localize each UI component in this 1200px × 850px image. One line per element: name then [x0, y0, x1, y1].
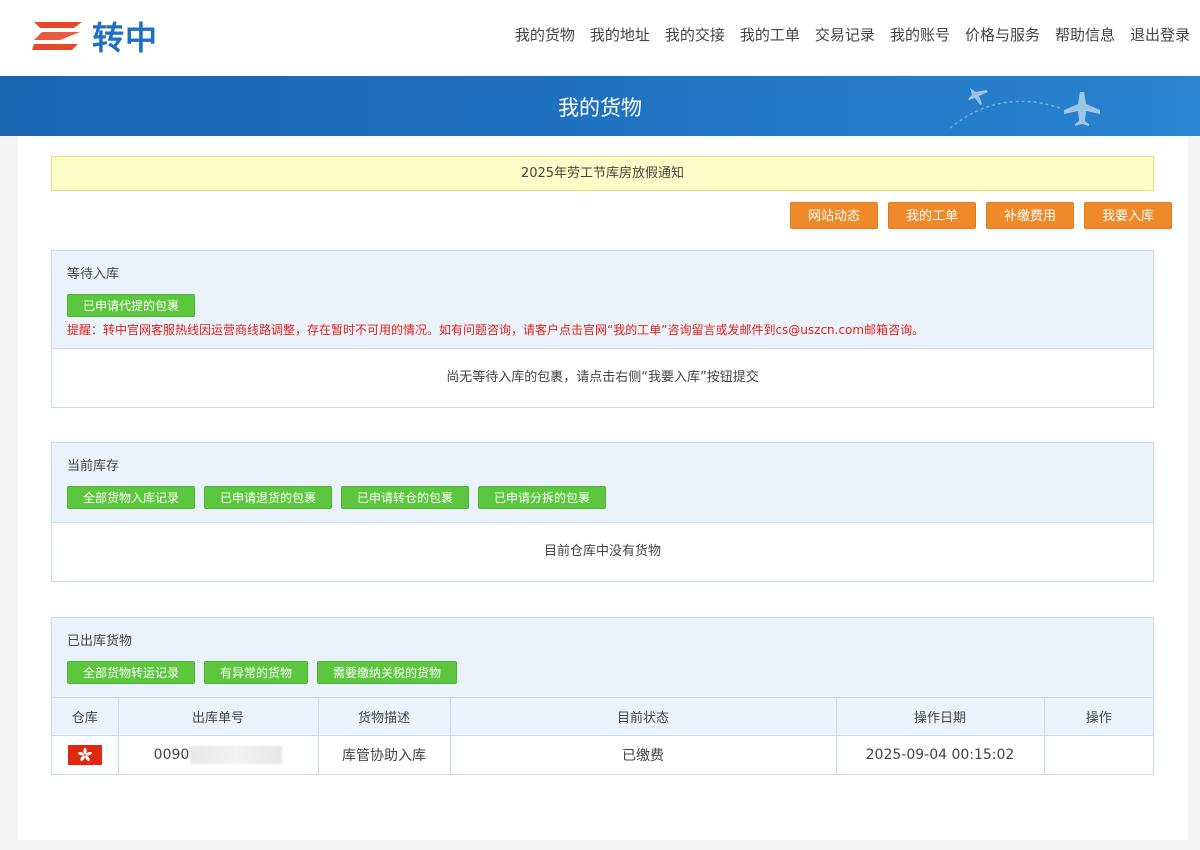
nav-item-my-handover[interactable]: 我的交接 [665, 24, 725, 45]
current-inventory-panel: 当前库存 全部货物入库记录 已申请退货的包裹 已申请转仓的包裹 已申请分拆的包裹… [51, 442, 1154, 582]
order-no-cell: 0090 [118, 735, 319, 775]
redacted-order-no [190, 746, 283, 765]
page-banner: 我的货物 [0, 76, 1200, 136]
outbound-goods-panel: 已出库货物 全部货物转运记录 有异常的货物 需要缴纳关税的货物 仓库 出库单号 … [51, 617, 1154, 775]
outbound-goods-header: 已出库货物 全部货物转运记录 有异常的货物 需要缴纳关税的货物 [52, 618, 1153, 698]
tax-due-goods-button[interactable]: 需要缴纳关税的货物 [317, 661, 458, 684]
hong-kong-flag-icon [67, 745, 102, 766]
action-cell [1044, 735, 1153, 775]
table-header-row: 仓库 出库单号 货物描述 目前状态 操作日期 操作 [52, 698, 1153, 736]
outbound-goods-buttons: 全部货物转运记录 有异常的货物 需要缴纳关税的货物 [67, 661, 1138, 684]
pending-inbound-panel: 等待入库 已申请代提的包裹 提醒：转中官网客服热线因运营商线路调整，存在暂时不可… [51, 250, 1154, 408]
warehouse-cell [52, 735, 119, 775]
nav-item-my-account[interactable]: 我的账号 [890, 24, 950, 45]
outbound-table: 仓库 出库单号 货物描述 目前状态 操作日期 操作 0090 库管协助入库 已缴… [52, 698, 1153, 775]
inventory-empty-message: 目前仓库中没有货物 [543, 544, 661, 559]
nav-item-my-tickets[interactable]: 我的工单 [740, 24, 800, 45]
pay-extra-fees-button[interactable]: 补缴费用 [985, 202, 1074, 229]
status-cell: 已缴费 [450, 735, 837, 775]
column-header-action: 操作 [1044, 698, 1153, 736]
nav-item-transactions[interactable]: 交易记录 [815, 24, 875, 45]
nav-item-my-goods[interactable]: 我的货物 [515, 24, 575, 45]
main-content: 2025年劳工节库房放假通知 网站动态 我的工单 补缴费用 我要入库 等待入库 … [18, 136, 1188, 840]
service-warning: 提醒：转中官网客服热线因运营商线路调整，存在暂时不可用的情况。如有问题咨询，请客… [67, 323, 925, 337]
column-header-warehouse: 仓库 [52, 698, 119, 736]
pending-inbound-buttons: 已申请代提的包裹 [67, 294, 1138, 317]
column-header-date: 操作日期 [836, 698, 1045, 736]
column-header-status: 目前状态 [450, 698, 837, 736]
order-no-text: 0090 [153, 747, 190, 764]
pending-empty-message: 尚无等待入库的包裹，请点击右侧“我要入库”按钮提交 [446, 370, 759, 385]
brand-name: 转中 [92, 19, 159, 57]
current-inventory-buttons: 全部货物入库记录 已申请退货的包裹 已申请转仓的包裹 已申请分拆的包裹 [67, 486, 1138, 509]
all-shipment-records-button[interactable]: 全部货物转运记录 [67, 661, 196, 684]
page-title: 我的货物 [558, 96, 642, 120]
my-tickets-button[interactable]: 我的工单 [887, 202, 976, 229]
abnormal-goods-button[interactable]: 有异常的货物 [204, 661, 309, 684]
site-news-button[interactable]: 网站动态 [789, 202, 878, 229]
table-row: 0090 库管协助入库 已缴费 2025-09-04 00:15:02 [52, 735, 1153, 775]
pending-inbound-title: 等待入库 [67, 267, 120, 282]
description-cell: 库管协助入库 [318, 735, 451, 775]
current-inventory-title: 当前库存 [67, 459, 120, 474]
date-cell: 2025-09-04 00:15:02 [836, 735, 1045, 775]
brand-logo-mark-icon [30, 18, 86, 54]
top-actions: 网站动态 我的工单 补缴费用 我要入库 [780, 202, 1172, 229]
nav-item-my-address[interactable]: 我的地址 [590, 24, 650, 45]
split-requested-packages-button[interactable]: 已申请分拆的包裹 [478, 486, 607, 509]
all-inbound-records-button[interactable]: 全部货物入库记录 [67, 486, 196, 509]
outbound-goods-title: 已出库货物 [67, 634, 133, 649]
request-inbound-button[interactable]: 我要入库 [1083, 202, 1172, 229]
order-no-link[interactable]: 0090 [153, 746, 283, 765]
nav-item-logout[interactable]: 退出登录 [1130, 24, 1190, 45]
nav-item-help[interactable]: 帮助信息 [1055, 24, 1115, 45]
top-header: 转中 我的货物 我的地址 我的交接 我的工单 交易记录 我的账号 价格与服务 帮… [0, 0, 1200, 76]
current-inventory-header: 当前库存 全部货物入库记录 已申请退货的包裹 已申请转仓的包裹 已申请分拆的包裹 [52, 443, 1153, 523]
main-nav: 我的货物 我的地址 我的交接 我的工单 交易记录 我的账号 价格与服务 帮助信息… [500, 24, 1190, 45]
pending-inbound-header: 等待入库 已申请代提的包裹 提醒：转中官网客服热线因运营商线路调整，存在暂时不可… [52, 251, 1153, 349]
column-header-order-no: 出库单号 [118, 698, 319, 736]
holiday-notice-link[interactable]: 2025年劳工节库房放假通知 [51, 156, 1154, 191]
transfer-requested-packages-button[interactable]: 已申请转仓的包裹 [341, 486, 470, 509]
nav-item-pricing[interactable]: 价格与服务 [965, 24, 1040, 45]
pickup-requested-packages-button[interactable]: 已申请代提的包裹 [67, 294, 196, 317]
brand-logo[interactable]: 转中 [30, 16, 159, 57]
return-requested-packages-button[interactable]: 已申请退货的包裹 [204, 486, 333, 509]
column-header-description: 货物描述 [318, 698, 451, 736]
